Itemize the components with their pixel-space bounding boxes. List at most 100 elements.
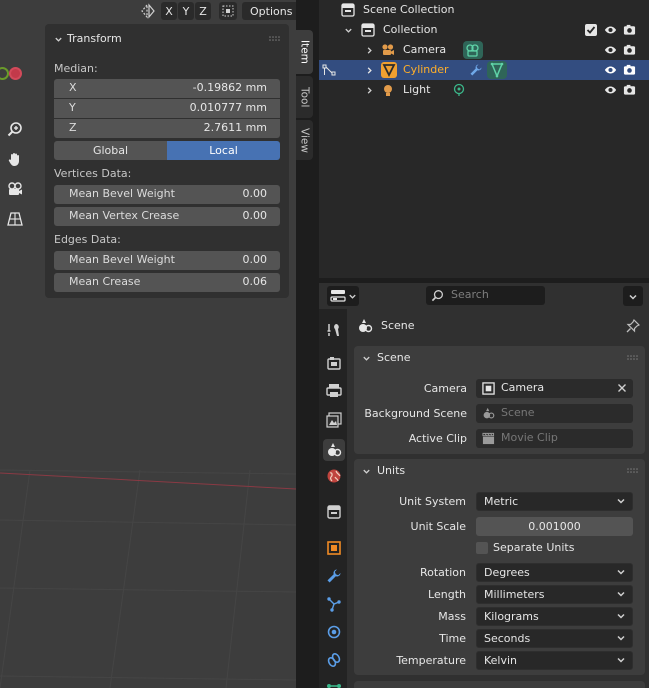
- mirror-z-toggle[interactable]: Z: [195, 2, 211, 20]
- scene-panel: Scene Camera Camera Background Scene Sce…: [354, 346, 645, 454]
- options-dropdown-button[interactable]: [623, 286, 643, 306]
- drag-handle-icon[interactable]: [269, 36, 281, 42]
- editor-type-dropdown[interactable]: [327, 286, 359, 306]
- mass-dropdown[interactable]: Kilograms: [476, 607, 633, 626]
- camera-object-icon: [381, 43, 395, 57]
- chevron-right-icon[interactable]: [365, 86, 374, 95]
- separate-units-checkbox[interactable]: [476, 542, 488, 554]
- gizmo-x-dot-icon[interactable]: [9, 67, 22, 80]
- tab-item[interactable]: Item: [296, 30, 313, 74]
- viewport-header: X Y Z Options: [136, 0, 296, 22]
- camera-data-icon[interactable]: [463, 41, 483, 59]
- median-y-field[interactable]: Y 0.010777 mm: [54, 99, 280, 118]
- object-data-properties-icon[interactable]: [323, 675, 345, 688]
- panel-title: Transform: [67, 32, 122, 45]
- tab-tool[interactable]: Tool: [296, 76, 313, 118]
- mirror-icon[interactable]: [140, 3, 156, 19]
- eye-icon[interactable]: [604, 24, 617, 36]
- grid-dots-icon: [222, 5, 234, 17]
- rotation-dropdown[interactable]: Degrees: [476, 563, 633, 582]
- chevron-down-icon[interactable]: [362, 467, 371, 476]
- mean-crease-field[interactable]: Mean Crease 0.06: [54, 273, 280, 292]
- unit-system-dropdown[interactable]: Metric: [476, 492, 633, 511]
- pin-icon[interactable]: [626, 319, 640, 333]
- units-panel: Units Unit System Metric Unit Scale 0.00…: [354, 459, 645, 675]
- time-label: Time: [439, 632, 466, 645]
- render-camera-icon[interactable]: [623, 84, 636, 96]
- clear-x-icon[interactable]: [617, 383, 627, 393]
- render-camera-icon[interactable]: [623, 44, 636, 56]
- vertices-data-heading: Vertices Data:: [54, 167, 132, 180]
- render-camera-icon[interactable]: [623, 24, 636, 36]
- length-dropdown[interactable]: Millimeters: [476, 585, 633, 604]
- unit-system-label: Unit System: [399, 495, 466, 508]
- 3d-viewport[interactable]: X Y Z Options Transform Median: X -0.198…: [0, 0, 296, 688]
- snap-settings-button[interactable]: [219, 2, 237, 20]
- tab-view[interactable]: View: [296, 120, 313, 160]
- light-data-icon[interactable]: [452, 83, 466, 97]
- length-label: Length: [428, 588, 466, 601]
- scene-properties-icon[interactable]: [323, 439, 345, 461]
- mesh-data-icon[interactable]: [487, 61, 507, 79]
- render-camera-icon[interactable]: [623, 64, 636, 76]
- output-properties-icon[interactable]: [323, 379, 345, 401]
- object-properties-icon[interactable]: [323, 537, 345, 559]
- eye-icon[interactable]: [604, 44, 617, 56]
- eye-icon[interactable]: [604, 84, 617, 96]
- median-z-field[interactable]: Z 2.7611 mm: [54, 119, 280, 138]
- mean-bevel-weight-field[interactable]: Mean Bevel Weight 0.00: [54, 185, 280, 204]
- particle-properties-icon[interactable]: [323, 593, 345, 615]
- mean-vertex-crease-field[interactable]: Mean Vertex Crease 0.00: [54, 207, 280, 226]
- chevron-down-icon[interactable]: [362, 354, 371, 363]
- time-dropdown[interactable]: Seconds: [476, 629, 633, 648]
- perspective-grid-icon[interactable]: [3, 207, 27, 231]
- global-toggle[interactable]: Global: [54, 141, 167, 160]
- mirror-y-toggle[interactable]: Y: [178, 2, 194, 20]
- unit-scale-field[interactable]: 0.001000: [476, 517, 633, 536]
- properties-search-input[interactable]: Search: [426, 286, 545, 305]
- drag-handle-icon[interactable]: [627, 468, 639, 474]
- camera-label: Camera: [423, 382, 467, 395]
- collection-properties-icon[interactable]: [323, 501, 345, 523]
- zoom-icon[interactable]: [3, 117, 27, 141]
- separate-units-label: Separate Units: [493, 541, 575, 554]
- tool-settings-icon[interactable]: [323, 319, 345, 341]
- edit-mode-icon[interactable]: [321, 62, 337, 78]
- panel-title: Units: [377, 464, 406, 477]
- options-dropdown[interactable]: Options: [242, 2, 296, 20]
- physics-properties-icon[interactable]: [323, 621, 345, 643]
- object-icon: [482, 382, 495, 395]
- wrench-icon[interactable]: [469, 63, 483, 77]
- local-toggle[interactable]: Local: [167, 141, 280, 160]
- background-scene-field[interactable]: Scene: [476, 404, 633, 423]
- render-properties-icon[interactable]: [323, 353, 345, 375]
- outliner-row-camera[interactable]: Camera: [319, 40, 649, 60]
- outliner-row-scene-collection[interactable]: Scene Collection: [319, 0, 649, 20]
- outliner-row-light[interactable]: Light: [319, 80, 649, 100]
- chevron-right-icon[interactable]: [365, 46, 374, 55]
- scene-camera-field[interactable]: Camera: [476, 379, 633, 398]
- chevron-right-icon[interactable]: [365, 66, 374, 75]
- chevron-down-icon: [617, 569, 625, 575]
- view-layer-icon[interactable]: [323, 409, 345, 431]
- outliner-row-collection[interactable]: Collection: [319, 20, 649, 40]
- mass-label: Mass: [438, 610, 466, 623]
- eye-icon[interactable]: [604, 64, 617, 76]
- checkbox-include[interactable]: [585, 24, 597, 36]
- outliner-row-cylinder[interactable]: Cylinder: [319, 60, 649, 80]
- chevron-down-icon[interactable]: [344, 26, 353, 35]
- mirror-x-toggle[interactable]: X: [161, 2, 177, 20]
- active-clip-field[interactable]: Movie Clip: [476, 429, 633, 448]
- chevron-down-icon[interactable]: [54, 35, 63, 44]
- edge-mean-bevel-weight-field[interactable]: Mean Bevel Weight 0.00: [54, 251, 280, 270]
- world-properties-icon[interactable]: [323, 465, 345, 487]
- modifier-properties-icon[interactable]: [323, 565, 345, 587]
- chevron-down-icon: [617, 498, 625, 504]
- median-x-field[interactable]: X -0.19862 mm: [54, 79, 280, 98]
- pan-hand-icon[interactable]: [3, 147, 27, 171]
- drag-handle-icon[interactable]: [627, 355, 639, 361]
- temperature-dropdown[interactable]: Kelvin: [476, 651, 633, 670]
- camera-view-icon[interactable]: [3, 177, 27, 201]
- mesh-object-icon: [381, 62, 397, 78]
- constraint-properties-icon[interactable]: [323, 649, 345, 671]
